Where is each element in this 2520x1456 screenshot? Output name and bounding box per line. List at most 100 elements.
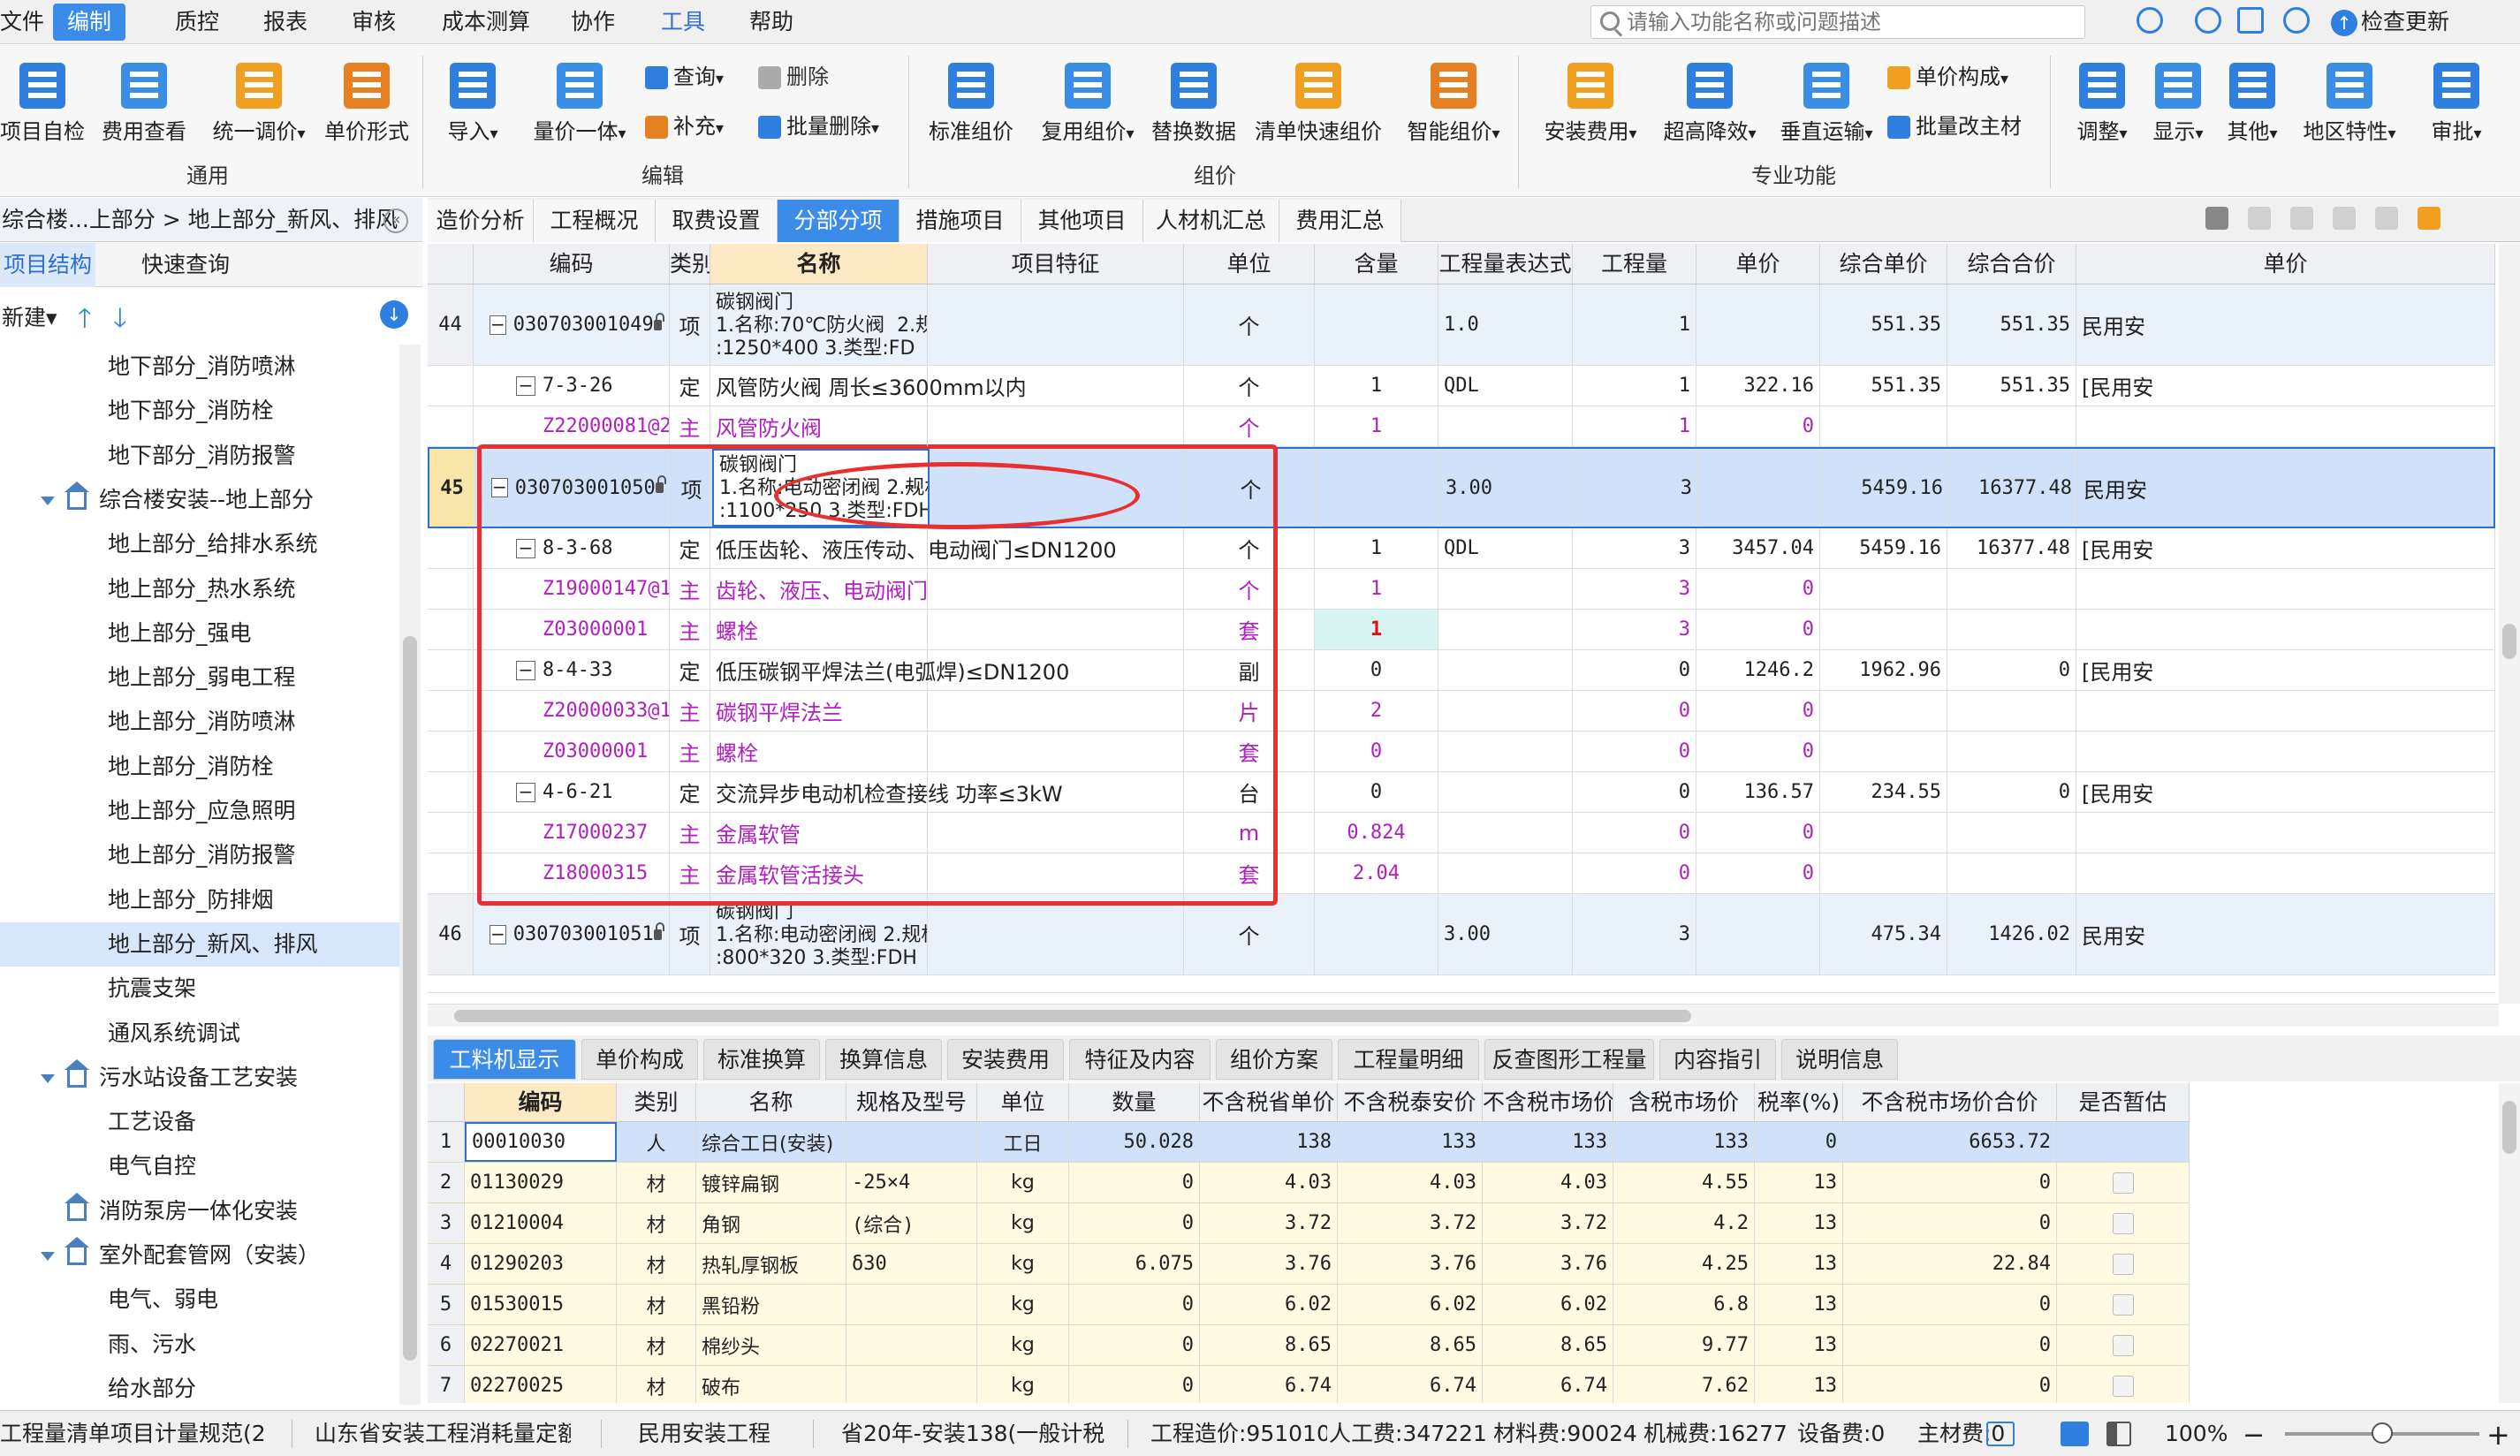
- resource-header[interactable]: 编码: [465, 1083, 617, 1122]
- table-row[interactable]: [428, 975, 2495, 993]
- resource-total-cell[interactable]: 6653.72: [1843, 1122, 2057, 1162]
- resource-tax-cell[interactable]: 13: [1755, 1163, 1843, 1202]
- resource-total-cell[interactable]: 22.84: [1843, 1244, 2057, 1284]
- feature-cell[interactable]: [928, 894, 1184, 974]
- tab-main[interactable]: 人材机汇总: [1143, 200, 1279, 242]
- expr-cell[interactable]: [1438, 569, 1573, 609]
- batch-delete-button[interactable]: 批量删除▾: [758, 109, 879, 144]
- resource-total-cell[interactable]: 0: [1843, 1203, 2057, 1243]
- resource-p3-cell[interactable]: 8.65: [1483, 1325, 1613, 1365]
- tree-scrollbar[interactable]: [399, 345, 421, 1405]
- view-icon[interactable]: [1986, 1422, 2015, 1446]
- code-cell[interactable]: −7-3-26: [474, 366, 670, 406]
- price-composition-button[interactable]: 单价构成▾: [1887, 59, 2008, 95]
- table-row[interactable]: −8-3-68 定低压齿轮、液压传动、电动阀门≤DN1200 个 1 QDL 3 3457.…: [428, 528, 2495, 569]
- tree-node[interactable]: 污水站设备工艺安装: [0, 1056, 399, 1100]
- expr-cell[interactable]: [1438, 610, 1573, 649]
- dropdown-arrow-icon[interactable]: ▾: [297, 125, 305, 143]
- resource-row[interactable]: 6 02270021 材棉纱头 kg 0 8.65 8.65 8.65 9.77 13 0: [428, 1325, 2190, 1366]
- resource-vscrollbar[interactable]: [2499, 1083, 2520, 1403]
- content-cell[interactable]: 1: [1315, 528, 1438, 568]
- name-cell[interactable]: 低压碳钢平焊法兰(电弧焊)≤DN1200: [710, 650, 1069, 690]
- search-input[interactable]: [1627, 8, 2077, 36]
- dropdown-arrow-icon[interactable]: ▾: [1628, 125, 1636, 143]
- resource-p2-cell[interactable]: 3.76: [1338, 1244, 1483, 1284]
- name-cell[interactable]: 螺栓: [710, 732, 928, 771]
- resource-header[interactable]: 税率(%): [1755, 1083, 1843, 1122]
- table-row[interactable]: Z03000001 主螺栓套 1 3 0: [428, 610, 2495, 650]
- resource-header[interactable]: 是否暂估: [2057, 1083, 2190, 1122]
- tree-node[interactable]: 给水部分: [0, 1367, 399, 1405]
- name-cell[interactable]: 交流异步电动机检查接线 功率≤3kW: [710, 772, 1063, 812]
- tab-bottom[interactable]: 换算信息: [825, 1039, 942, 1080]
- tree-node[interactable]: 地上部分_强电: [0, 611, 399, 656]
- resource-header[interactable]: 不含税市场价: [1483, 1083, 1613, 1122]
- estimate-checkbox[interactable]: [2112, 1172, 2134, 1194]
- grid-vscrollbar[interactable]: [2499, 244, 2520, 1004]
- name-cell[interactable]: 金属软管: [710, 813, 928, 853]
- resource-p1-cell[interactable]: 138: [1200, 1122, 1338, 1162]
- resource-total-cell[interactable]: 0: [1843, 1163, 2057, 1202]
- tree-node[interactable]: 抗震支架: [0, 967, 399, 1011]
- resource-p2-cell[interactable]: 8.65: [1338, 1325, 1483, 1365]
- dropdown-arrow-icon[interactable]: ▾: [1492, 125, 1499, 143]
- content-cell[interactable]: 1: [1315, 569, 1438, 609]
- resource-header[interactable]: 规格及型号: [846, 1083, 977, 1122]
- tree-node[interactable]: 地上部分_应急照明: [0, 789, 399, 833]
- headset-icon[interactable]: [2137, 7, 2163, 34]
- tree-node[interactable]: 雨、污水: [0, 1323, 399, 1367]
- resource-total-cell[interactable]: 0: [1843, 1325, 2057, 1365]
- grid-vscroll-thumb[interactable]: [2502, 624, 2516, 659]
- expr-cell[interactable]: [1438, 813, 1573, 853]
- resource-row[interactable]: 2 01130029 材镀锌扁钢 -25×4 kg 0 4.03 4.03 4.03 4.55 13…: [428, 1163, 2190, 1203]
- menu-cost-calc[interactable]: 成本测算: [442, 4, 530, 41]
- dropdown-arrow-icon[interactable]: ▾: [2000, 70, 2008, 88]
- grid-header[interactable]: 综合单价: [1820, 244, 1947, 284]
- grid-hscrollbar[interactable]: [428, 1004, 2499, 1027]
- other-button[interactable]: 其他▾: [2213, 63, 2292, 160]
- table-row[interactable]: Z22000081@2 主风管防火阀个 1 1 0: [428, 406, 2495, 447]
- tree-node[interactable]: 室外配套管网（安装）: [0, 1233, 399, 1278]
- resource-qty-cell[interactable]: 0: [1069, 1325, 1200, 1365]
- tree-node[interactable]: 电气、弱电: [0, 1278, 399, 1322]
- dropdown-arrow-icon[interactable]: ▾: [716, 70, 724, 88]
- tab-bottom[interactable]: 反查图形工程量: [1484, 1039, 1654, 1080]
- tree-node[interactable]: 电气自控: [0, 1144, 399, 1188]
- resource-header[interactable]: 不含税省单价: [1200, 1083, 1338, 1122]
- tree-node[interactable]: 地上部分_热水系统: [0, 567, 399, 611]
- grid-header[interactable]: 含量: [1315, 244, 1438, 284]
- resource-header[interactable]: 不含税泰安价: [1338, 1083, 1483, 1122]
- feature-cell[interactable]: [928, 406, 1184, 446]
- move-down-icon[interactable]: 🡓: [113, 299, 127, 344]
- grid-header[interactable]: 单价: [1696, 244, 1820, 284]
- collapse-toggle-icon[interactable]: −: [490, 315, 506, 335]
- resource-p4-cell[interactable]: 133: [1613, 1122, 1755, 1162]
- tab-main[interactable]: 工程概况: [534, 200, 656, 242]
- tree-node[interactable]: 地上部分_消防报警: [0, 833, 399, 877]
- menu-help[interactable]: 帮助: [749, 4, 793, 41]
- resource-p3-cell[interactable]: 6.02: [1483, 1285, 1613, 1324]
- content-cell[interactable]: 1: [1315, 406, 1438, 446]
- resource-p2-cell[interactable]: 6.74: [1338, 1366, 1483, 1403]
- layout-icon[interactable]: [2061, 1422, 2089, 1446]
- content-cell[interactable]: 0.824: [1315, 813, 1438, 853]
- resource-row[interactable]: 5 01530015 材黑铅粉 kg 0 6.02 6.02 6.02 6.8 13 0: [428, 1285, 2190, 1325]
- arrow-down-icon[interactable]: [2290, 207, 2313, 230]
- expr-cell[interactable]: [1438, 650, 1573, 690]
- expr-cell[interactable]: [1438, 772, 1573, 812]
- resource-p1-cell[interactable]: 4.03: [1200, 1163, 1338, 1202]
- expr-cell[interactable]: 3.00: [1440, 449, 1575, 527]
- name-cell[interactable]: 碳钢阀门 1.名称:电动密闭阀 2.规格 :800*320 3.类型:FDH: [710, 894, 928, 974]
- split-view-icon[interactable]: [2106, 1422, 2131, 1446]
- collapse-toggle-icon[interactable]: −: [490, 924, 506, 944]
- resource-qty-cell[interactable]: 50.028: [1069, 1122, 1200, 1162]
- batch-main-material-button[interactable]: 批量改主材: [1887, 109, 2022, 144]
- tree-node[interactable]: 地上部分_弱电工程: [0, 656, 399, 700]
- resource-row[interactable]: 1 00010030 人综合工日(安装) 工日 50.028 138 133 133 133 0 6…: [428, 1122, 2190, 1163]
- name-cell[interactable]: 风管防火阀: [710, 406, 928, 446]
- tree-node[interactable]: 地上部分_消防栓: [0, 745, 399, 789]
- standard-pricing-button[interactable]: 标准组价: [922, 63, 1020, 160]
- table-row[interactable]: −8-4-33 定低压碳钢平焊法兰(电弧焊)≤DN1200 副 0 0 1246.2 196…: [428, 650, 2495, 691]
- resource-p4-cell[interactable]: 4.2: [1613, 1203, 1755, 1243]
- resource-p1-cell[interactable]: 3.72: [1200, 1203, 1338, 1243]
